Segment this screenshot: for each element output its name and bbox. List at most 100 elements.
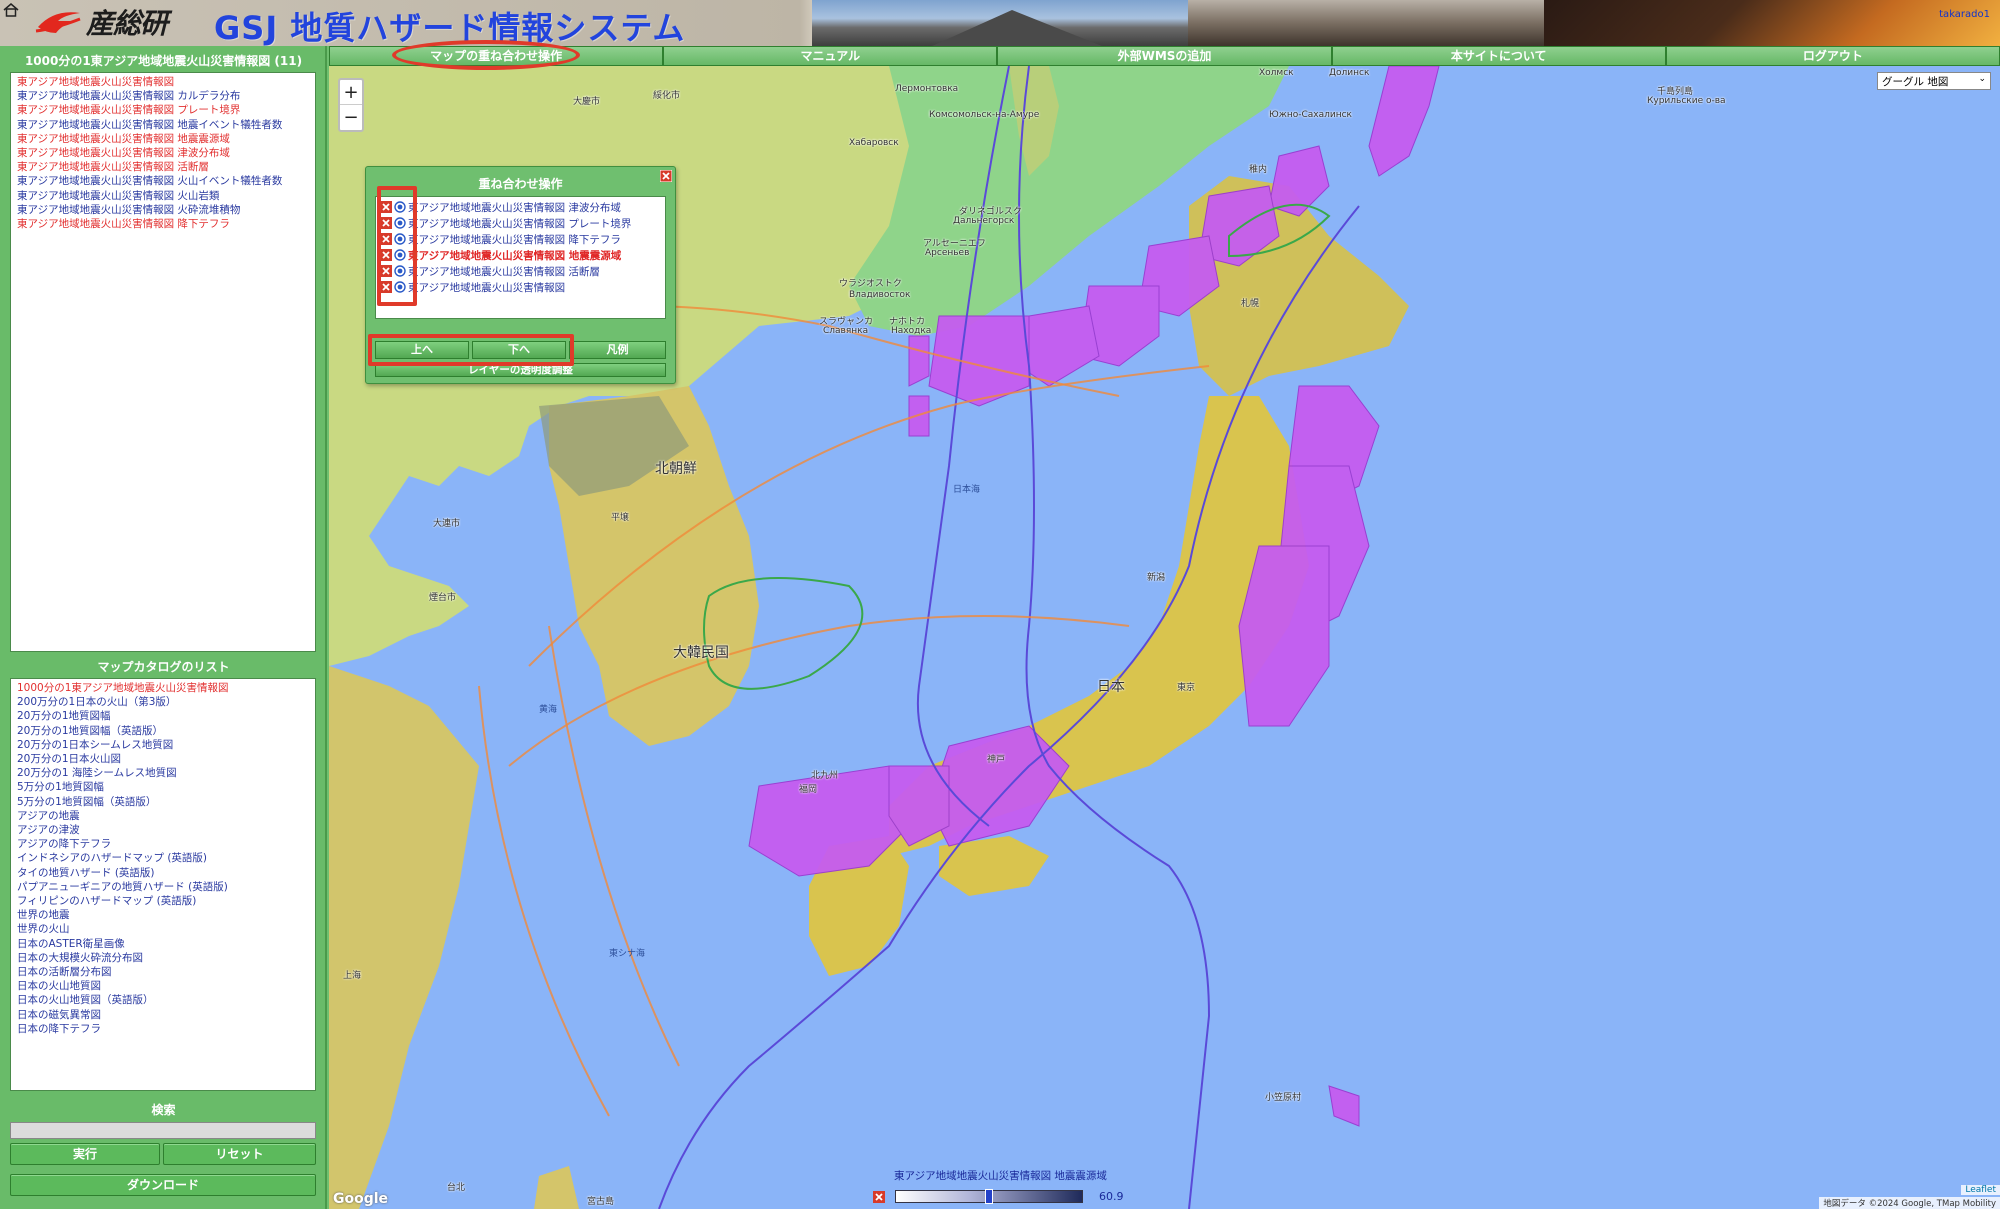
move-down-button[interactable]: 下へ [472,341,566,359]
layer-item[interactable]: 東アジア地域地震火山災害情報図 地震震源域 [17,132,309,146]
catalog-item[interactable]: 世界の地震 [17,908,309,922]
overlay-layer-label[interactable]: 東アジア地域地震火山災害情報図 降下テフラ [408,232,621,247]
catalog-item[interactable]: 日本のASTER衛星画像 [17,937,309,951]
place-label: 稚内 [1249,165,1268,175]
catalog-item[interactable]: 5万分の1地質図幅（英語版） [17,795,309,809]
overlay-layer-label[interactable]: 東アジア地域地震火山災害情報図 地震震源域 [408,248,621,263]
remove-layer-icon[interactable] [380,265,392,277]
basemap-select[interactable]: グーグル 地図 ⌄ [1877,72,1991,90]
visibility-icon[interactable] [394,201,406,213]
nav-about[interactable]: 本サイトについて [1331,46,1666,66]
run-button[interactable]: 実行 [10,1143,160,1165]
zoom-control: + − [338,78,364,132]
reset-button[interactable]: リセット [163,1143,316,1165]
catalog-item[interactable]: 1000分の1東アジア地域地震火山災害情報図 [17,681,309,695]
remove-layer-icon[interactable] [380,249,392,261]
landmass-china-coast [329,666,479,1209]
catalog-item[interactable]: アジアの降下テフラ [17,837,309,851]
layer-opacity-button[interactable]: レイヤーの透明度調整 [375,363,666,377]
layer-item[interactable]: 東アジア地域地震火山災害情報図 地震イベント犠牲者数 [17,118,309,132]
layer-item[interactable]: 東アジア地域地震火山災害情報図 カルデラ分布 [17,89,309,103]
place-label: Дальнегорск [953,216,1015,226]
zoom-in-button[interactable]: + [340,80,362,105]
catalog-item[interactable]: フィリピンのハザードマップ (英語版) [17,894,309,908]
place-label: 大慶市 [573,97,601,107]
tsunami-line [478,685,610,1117]
layer-item[interactable]: 東アジア地域地震火山災害情報図 プレート境界 [17,103,309,117]
layer-item[interactable]: 東アジア地域地震火山災害情報図 火山岩類 [17,189,309,203]
nav-manual[interactable]: マニュアル [663,46,998,66]
visibility-icon[interactable] [394,265,406,277]
search-input[interactable] [10,1122,316,1139]
catalog-item[interactable]: 200万分の1日本の火山（第3版） [17,695,309,709]
visibility-icon[interactable] [394,281,406,293]
legend-button[interactable]: 凡例 [569,341,666,359]
overlay-layer-label[interactable]: 東アジア地域地震火山災害情報図 プレート境界 [408,216,631,231]
leaflet-attribution[interactable]: Leaflet [1961,1185,2000,1195]
nav-add-wms[interactable]: 外部WMSの追加 [997,46,1332,66]
opacity-slider[interactable] [895,1189,1083,1204]
nav-logout[interactable]: ログアウト [1665,46,2000,66]
layer-item[interactable]: 東アジア地域地震火山災害情報図 火山イベント犠牲者数 [17,174,309,188]
home-icon[interactable] [3,3,19,17]
catalog-item[interactable]: 20万分の1地質図幅 [17,709,309,723]
catalog-item[interactable]: 20万分の1日本火山図 [17,752,309,766]
catalog-item[interactable]: 20万分の1地質図幅（英語版） [17,724,309,738]
user-link[interactable]: takarado1 [1939,9,1990,20]
remove-layer-icon[interactable] [873,1191,885,1203]
catalog-item[interactable]: 日本の降下テフラ [17,1022,309,1036]
place-label: Славянка [823,326,869,336]
remove-layer-icon[interactable] [380,217,392,229]
visibility-icon[interactable] [394,249,406,261]
aist-logo-mark-icon [35,12,81,33]
layer-item[interactable]: 東アジア地域地震火山災害情報図 [17,75,309,89]
overlay-layer-label[interactable]: 東アジア地域地震火山災害情報図 津波分布域 [408,200,621,215]
layers-panel-title: 1000分の1東アジア地域地震火山災害情報図 (11) [24,54,303,68]
place-label: Комсомольск-на-Амуре [929,110,1040,120]
layer-item[interactable]: 東アジア地域地震火山災害情報図 降下テフラ [17,217,309,231]
place-label: 宮古島 [587,1197,615,1207]
catalog-item[interactable]: 世界の火山 [17,922,309,936]
visibility-icon[interactable] [394,233,406,245]
hazard-zone [1018,305,1100,387]
download-button[interactable]: ダウンロード [10,1174,316,1196]
catalog-item[interactable]: 日本の磁気異常図 [17,1008,309,1022]
overlay-layer-row[interactable]: 東アジア地域地震火山災害情報図 [380,279,661,295]
overlay-layer-row[interactable]: 東アジア地域地震火山災害情報図 津波分布域 [380,199,661,215]
place-label: Владивосток [849,290,911,300]
remove-layer-icon[interactable] [380,233,392,245]
catalog-item[interactable]: 20万分の1日本シームレス地質図 [17,738,309,752]
layer-item[interactable]: 東アジア地域地震火山災害情報図 津波分布域 [17,146,309,160]
place-label: Находка [891,326,932,336]
overlay-layer-row[interactable]: 東アジア地域地震火山災害情報図 プレート境界 [380,215,661,231]
layer-item[interactable]: 東アジア地域地震火山災害情報図 火砕流堆積物 [17,203,309,217]
hazard-zone [908,335,930,387]
opacity-slider-thumb[interactable] [985,1189,993,1204]
visibility-icon[interactable] [394,217,406,229]
catalog-item[interactable]: 日本の火山地質図（英語版） [17,993,309,1007]
catalog-item[interactable]: 日本の大規模火砕流分布図 [17,951,309,965]
catalog-item[interactable]: アジアの地震 [17,809,309,823]
catalog-item[interactable]: 日本の活断層分布図 [17,965,309,979]
overlay-layer-row[interactable]: 東アジア地域地震火山災害情報図 活断層 [380,263,661,279]
nav-overlay-operation[interactable]: マップの重ね合わせ操作 [329,46,664,66]
move-up-button[interactable]: 上へ [375,341,469,359]
close-icon[interactable] [660,170,672,182]
overlay-layer-label[interactable]: 東アジア地域地震火山災害情報図 活断層 [408,264,600,279]
catalog-item[interactable]: パプアニューギニアの地質ハザード (英語版) [17,880,309,894]
remove-layer-icon[interactable] [380,201,392,213]
catalog-item[interactable]: インドネシアのハザードマップ (英語版) [17,851,309,865]
layer-item[interactable]: 東アジア地域地震火山災害情報図 活断層 [17,160,309,174]
aist-logo[interactable]: 産総研 [34,4,168,40]
remove-layer-icon[interactable] [380,281,392,293]
zoom-out-button[interactable]: − [340,105,362,130]
overlay-layer-row[interactable]: 東アジア地域地震火山災害情報図 降下テフラ [380,231,661,247]
overlay-layer-row[interactable]: 東アジア地域地震火山災害情報図 地震震源域 [380,247,661,263]
catalog-item[interactable]: 20万分の1 海陸シームレス地質図 [17,766,309,780]
header-photo-volcano [1544,0,2000,46]
catalog-item[interactable]: 日本の火山地質図 [17,979,309,993]
catalog-item[interactable]: アジアの津波 [17,823,309,837]
catalog-item[interactable]: 5万分の1地質図幅 [17,780,309,794]
overlay-layer-label[interactable]: 東アジア地域地震火山災害情報図 [408,280,565,295]
catalog-item[interactable]: タイの地質ハザード (英語版) [17,866,309,880]
